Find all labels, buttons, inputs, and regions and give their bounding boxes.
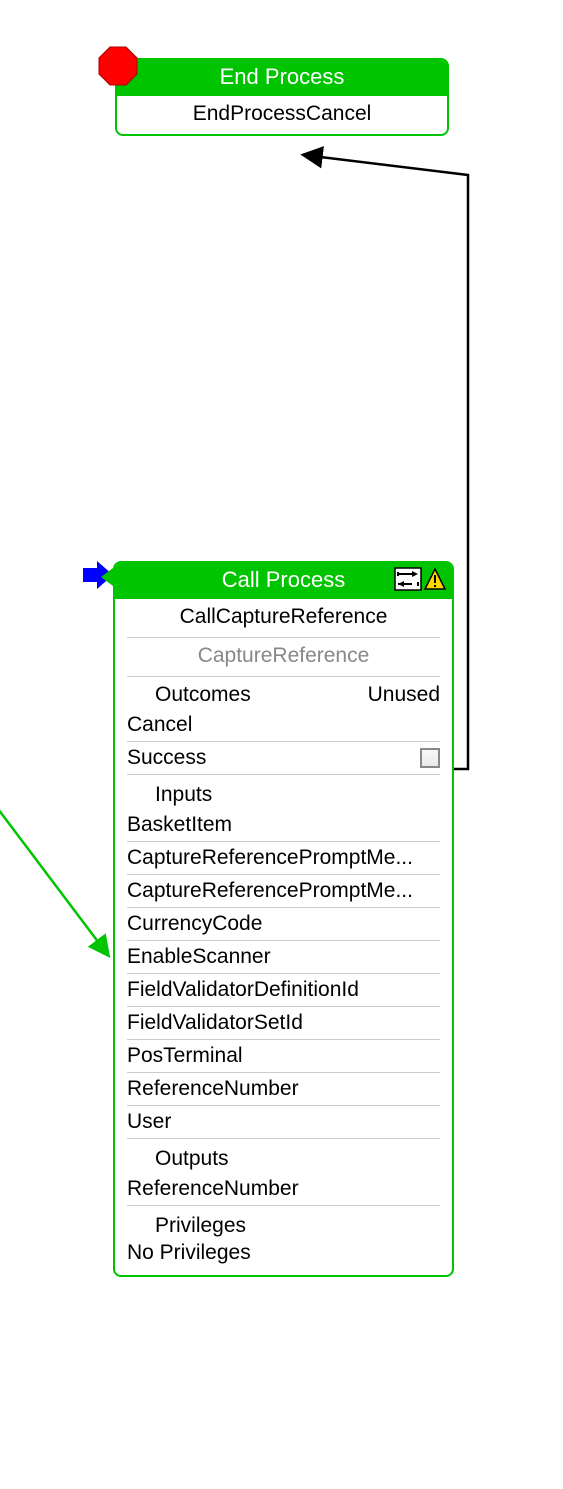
input-row[interactable]: CaptureReferencePromptMe... (115, 875, 452, 907)
diagram-canvas: End Process EndProcessCancel Call Proces… (0, 0, 563, 1489)
input-row[interactable]: FieldValidatorDefinitionId (115, 974, 452, 1006)
input-row[interactable]: ReferenceNumber (115, 1073, 452, 1105)
input-row-label: User (127, 1110, 171, 1134)
input-row-label: BasketItem (127, 813, 232, 837)
node-call-process[interactable]: Call Process CallCapture (113, 561, 454, 1277)
outcome-label: Cancel (127, 713, 192, 737)
input-row[interactable]: EnableScanner (115, 941, 452, 973)
node-call-process-header[interactable]: Call Process (115, 563, 452, 599)
node-end-process-header[interactable]: End Process (117, 60, 447, 96)
input-row[interactable]: BasketItem (115, 809, 452, 841)
outcomes-label: Outcomes (155, 683, 251, 707)
connector-into-call (0, 785, 108, 955)
input-row-label: CaptureReferencePromptMe... (127, 846, 413, 870)
node-end-process-name: EndProcessCancel (117, 96, 447, 134)
outcomes-section-header: Outcomes Unused (115, 677, 452, 709)
privileges-value: No Privileges (115, 1240, 452, 1275)
input-row-label: ReferenceNumber (127, 1077, 299, 1101)
input-row-label: PosTerminal (127, 1044, 243, 1068)
outcome-unused-checkbox[interactable] (420, 748, 440, 768)
input-row[interactable]: PosTerminal (115, 1040, 452, 1072)
output-row-label: ReferenceNumber (127, 1177, 299, 1201)
call-arrows-icon (77, 551, 137, 599)
call-target-process: CaptureReference (115, 638, 452, 676)
input-row[interactable]: CaptureReferencePromptMe... (115, 842, 452, 874)
input-row-label: FieldValidatorDefinitionId (127, 978, 359, 1002)
input-row[interactable]: User (115, 1106, 452, 1138)
call-node-name: CallCaptureReference (115, 599, 452, 637)
outcome-row[interactable]: Success (115, 742, 452, 774)
warning-icon (424, 567, 446, 591)
outcomes-unused-label: Unused (368, 683, 440, 707)
input-row-label: FieldValidatorSetId (127, 1011, 303, 1035)
inputs-label: Inputs (115, 775, 452, 809)
node-end-process-title: End Process (220, 64, 345, 89)
input-row-label: EnableScanner (127, 945, 271, 969)
input-row[interactable]: CurrencyCode (115, 908, 452, 940)
outcome-label: Success (127, 746, 206, 770)
input-row-label: CurrencyCode (127, 912, 262, 936)
privileges-label: Privileges (115, 1206, 452, 1240)
outputs-label: Outputs (115, 1139, 452, 1173)
mapping-icon[interactable] (394, 567, 422, 591)
stop-icon (97, 45, 139, 87)
node-end-process[interactable]: End Process EndProcessCancel (115, 58, 449, 136)
output-row[interactable]: ReferenceNumber (115, 1173, 452, 1205)
input-row-label: CaptureReferencePromptMe... (127, 879, 413, 903)
input-row[interactable]: FieldValidatorSetId (115, 1007, 452, 1039)
node-call-process-title: Call Process (222, 567, 345, 592)
outcome-row[interactable]: Cancel (115, 709, 452, 741)
